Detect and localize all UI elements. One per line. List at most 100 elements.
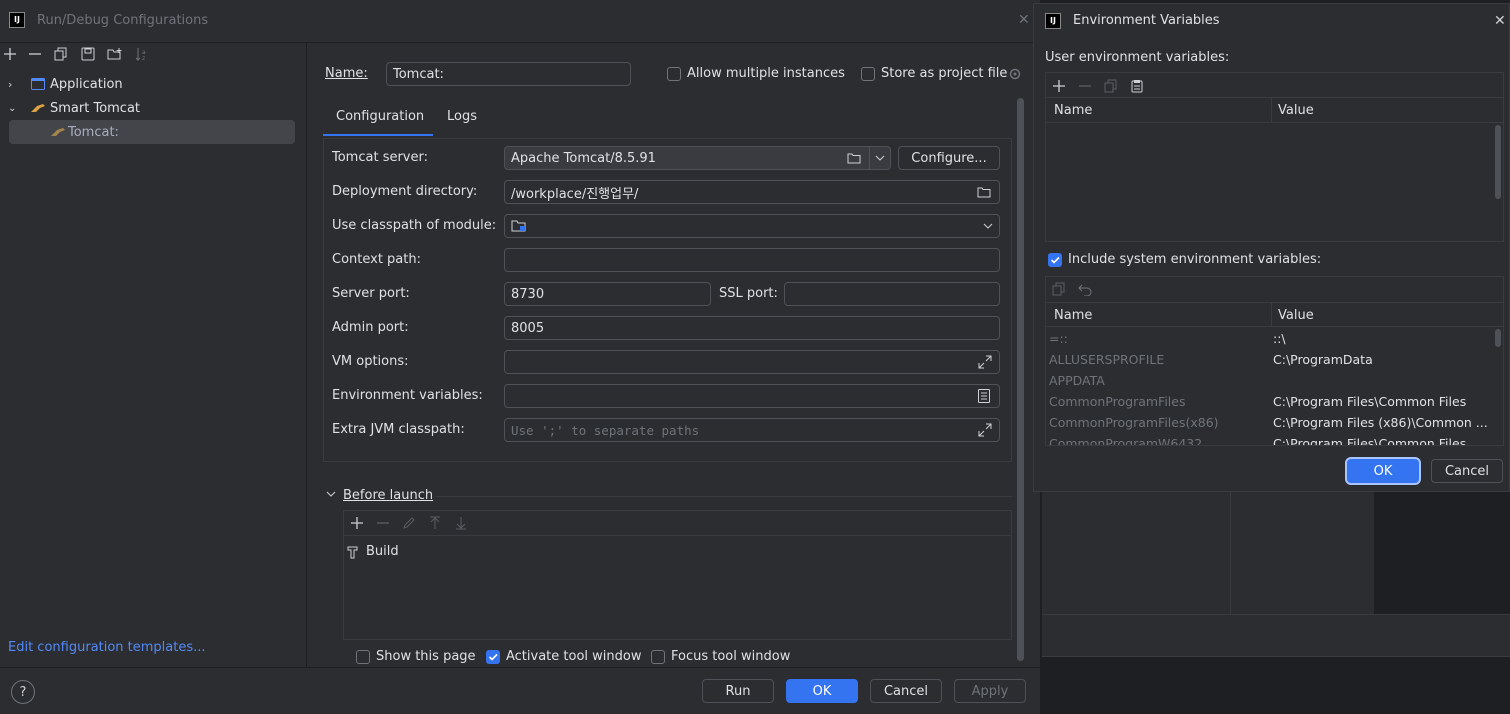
separator — [436, 496, 1012, 497]
tab-logs[interactable]: Logs — [437, 100, 487, 136]
env-var-value[interactable]: C:\Program Files\Common Files — [1273, 394, 1491, 409]
run-button[interactable]: Run — [702, 679, 774, 703]
divider — [1042, 656, 1510, 657]
window-title: Run/Debug Configurations — [37, 13, 209, 28]
close-icon[interactable]: ✕ — [1494, 13, 1506, 29]
user-vars-label: User environment variables: — [1045, 50, 1230, 65]
add-icon[interactable] — [1052, 79, 1066, 93]
close-icon[interactable]: ✕ — [1018, 12, 1030, 28]
build-hammer-icon — [347, 546, 358, 558]
divider — [1271, 98, 1272, 122]
env-var-value[interactable]: C:\ProgramData — [1273, 352, 1491, 367]
edit-templates-link[interactable]: Edit configuration templates... — [8, 640, 206, 655]
env-cancel-button[interactable]: Cancel — [1431, 459, 1503, 483]
extra-jvm-label: Extra JVM classpath: — [332, 422, 465, 437]
include-system-checkbox[interactable] — [1048, 253, 1062, 267]
expand-icon[interactable] — [978, 423, 992, 437]
tree-item-application[interactable]: › Application — [8, 72, 298, 96]
vm-options-input[interactable] — [504, 350, 1000, 374]
env-var-name[interactable]: CommonProgramFiles(x86) — [1049, 415, 1264, 430]
name-input[interactable]: Tomcat: — [386, 62, 631, 86]
chevron-down-icon[interactable]: ⌄ — [8, 103, 26, 114]
chevron-down-icon[interactable] — [326, 491, 336, 497]
move-up-icon[interactable] — [428, 516, 442, 530]
gear-icon[interactable] — [1008, 67, 1022, 81]
env-vars-input[interactable] — [504, 384, 1000, 408]
application-icon — [31, 78, 45, 90]
col-value-header[interactable]: Value — [1278, 308, 1314, 323]
env-var-name[interactable]: CommonProgramW6432 — [1049, 436, 1264, 445]
env-dialog-title: Environment Variables — [1073, 13, 1220, 28]
scrollbar[interactable] — [1017, 98, 1024, 661]
chevron-right-icon[interactable]: › — [8, 78, 26, 91]
remove-icon[interactable] — [376, 516, 390, 530]
col-value-header[interactable]: Value — [1278, 103, 1314, 118]
env-var-value[interactable]: C:\Program Files (x86)\Common ... — [1273, 415, 1491, 430]
remove-icon[interactable] — [1078, 79, 1092, 93]
activate-tool-window-label: Activate tool window — [506, 649, 642, 664]
divider — [1271, 303, 1272, 327]
scrollbar[interactable] — [1495, 329, 1501, 347]
tree-item-smart-tomcat[interactable]: ⌄ Smart Tomcat — [8, 96, 298, 120]
admin-port-input[interactable]: 8005 — [504, 316, 1000, 340]
env-var-value[interactable]: ::\ — [1273, 331, 1491, 346]
list-item[interactable]: Build — [346, 544, 399, 559]
server-port-input[interactable]: 8730 — [504, 282, 711, 306]
configure-button[interactable]: Configure... — [898, 146, 1000, 170]
col-name-header[interactable]: Name — [1054, 103, 1092, 118]
allow-multiple-label: Allow multiple instances — [687, 66, 845, 81]
store-project-label: Store as project file — [881, 66, 1008, 81]
show-page-checkbox[interactable] — [356, 650, 370, 664]
run-debug-dialog: IJ Run/Debug Configurations ✕ az › Appli… — [0, 0, 1040, 714]
deployment-dir-input[interactable]: /workplace/진행업무/ — [504, 180, 1000, 204]
tab-configuration[interactable]: Configuration — [323, 100, 433, 136]
before-launch-title[interactable]: Before launch — [343, 488, 433, 503]
copy-icon[interactable] — [1052, 282, 1066, 296]
activate-tool-window-checkbox[interactable] — [486, 650, 500, 664]
env-var-name[interactable]: CommonProgramFiles — [1049, 394, 1264, 409]
allow-multiple-checkbox[interactable] — [667, 67, 681, 81]
intellij-logo-icon: IJ — [9, 12, 25, 28]
config-tree-panel: › Application ⌄ Smart Tomcat Tomcat: Edi… — [0, 43, 307, 667]
chevron-down-icon[interactable] — [983, 223, 993, 229]
table-header: Name Value — [1046, 302, 1503, 327]
env-var-value[interactable]: C:\Program Files\Common Files — [1273, 436, 1491, 445]
undo-icon[interactable] — [1078, 282, 1092, 296]
extra-jvm-input[interactable]: Use ';' to separate paths — [504, 418, 1000, 442]
folder-icon[interactable] — [977, 186, 991, 198]
deployment-dir-label: Deployment directory: — [332, 184, 478, 199]
env-ok-button[interactable]: OK — [1347, 459, 1419, 483]
server-port-label: Server port: — [332, 286, 410, 301]
store-project-checkbox[interactable] — [861, 67, 875, 81]
ok-button[interactable]: OK — [786, 679, 858, 703]
ssl-port-input[interactable] — [784, 282, 1000, 306]
add-icon[interactable] — [350, 516, 364, 530]
cancel-button[interactable]: Cancel — [870, 679, 942, 703]
admin-port-value: 8005 — [511, 320, 545, 336]
checkmark-icon — [1050, 256, 1060, 264]
browse-list-icon[interactable] — [978, 389, 990, 403]
env-var-name[interactable]: =:: — [1049, 331, 1264, 346]
tomcat-icon — [31, 104, 45, 112]
tree-item-tomcat-config[interactable]: Tomcat: — [9, 120, 295, 144]
apply-button[interactable]: Apply — [954, 679, 1026, 703]
edit-icon[interactable] — [402, 516, 416, 530]
expand-icon[interactable] — [978, 355, 992, 369]
environment-variables-dialog: IJ Environment Variables ✕ User environm… — [1033, 3, 1510, 492]
scrollbar[interactable] — [1495, 125, 1501, 199]
tomcat-server-label: Tomcat server: — [332, 150, 428, 165]
copy-icon[interactable] — [1104, 79, 1118, 93]
chevron-down-icon[interactable] — [875, 155, 885, 161]
tomcat-server-select[interactable]: Apache Tomcat/8.5.91 — [504, 146, 891, 170]
folder-icon[interactable] — [847, 152, 861, 164]
focus-tool-window-checkbox[interactable] — [651, 650, 665, 664]
paste-icon[interactable] — [1130, 79, 1144, 93]
checkmark-icon — [488, 653, 498, 661]
move-down-icon[interactable] — [454, 516, 468, 530]
col-name-header[interactable]: Name — [1054, 308, 1092, 323]
context-path-input[interactable] — [504, 248, 1000, 272]
env-var-name[interactable]: ALLUSERSPROFILE — [1049, 352, 1264, 367]
env-var-name[interactable]: APPDATA — [1049, 373, 1264, 388]
help-button[interactable]: ? — [11, 680, 35, 704]
classpath-module-select[interactable] — [504, 214, 1000, 238]
